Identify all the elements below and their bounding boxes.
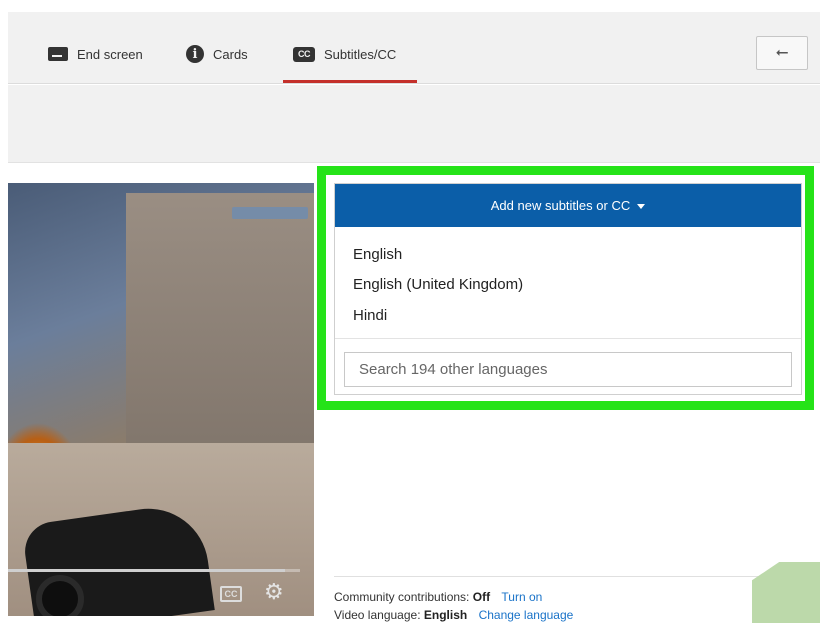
language-option[interactable]: English (United Kingdom) [353, 276, 523, 293]
settings-gear-icon[interactable]: ⚙ [264, 580, 284, 606]
cc-icon: CC [293, 46, 315, 62]
back-button[interactable]: ⭠ [756, 36, 808, 70]
tab-cards-label: Cards [213, 46, 248, 62]
community-contributions-value: Off [472, 590, 491, 604]
back-arrow-icon: ⭠ [775, 44, 789, 61]
tab-end-screen[interactable]: End screen [48, 42, 143, 66]
video-language-value: English [423, 608, 468, 622]
change-language-link[interactable]: Change language [479, 608, 574, 622]
add-subtitles-button[interactable]: Add new subtitles or CC [335, 184, 801, 227]
captions-button[interactable]: CC [220, 586, 242, 602]
community-contributions-label: Community contributions: [334, 590, 470, 604]
info-divider [334, 576, 820, 577]
end-screen-icon [48, 47, 68, 61]
add-subtitles-label: Add new subtitles or CC [490, 198, 631, 213]
community-contributions-row: Community contributions: Off Turn on [334, 590, 542, 604]
language-list: English English (United Kingdom) Hindi [335, 227, 801, 339]
corner-decoration [752, 562, 820, 623]
video-language-label: Video language: [334, 608, 421, 622]
language-option[interactable]: English [353, 246, 402, 263]
tab-cards[interactable]: i Cards [186, 42, 248, 66]
top-tab-bar: End screen i Cards CC Subtitles/CC ⭠ [8, 12, 820, 84]
info-icon: i [186, 45, 204, 63]
video-hud [232, 207, 308, 219]
tab-subtitles-cc-label: Subtitles/CC [324, 46, 397, 62]
caret-down-icon [637, 204, 646, 209]
video-language-row: Video language: English Change language [334, 608, 573, 622]
tab-end-screen-label: End screen [77, 46, 143, 62]
language-search-input[interactable] [344, 352, 792, 387]
toolbar-band [8, 85, 820, 163]
video-progress-fill [8, 569, 286, 572]
video-player[interactable] [8, 183, 314, 616]
tab-subtitles-cc[interactable]: CC Subtitles/CC [293, 42, 396, 66]
video-scope [36, 575, 84, 616]
turn-on-link[interactable]: Turn on [501, 590, 542, 604]
video-progress-bar[interactable] [8, 569, 300, 572]
subtitles-panel: Add new subtitles or CC English English … [334, 183, 802, 395]
active-tab-underline [283, 80, 417, 83]
language-option[interactable]: Hindi [353, 307, 387, 324]
video-frame [8, 183, 314, 616]
